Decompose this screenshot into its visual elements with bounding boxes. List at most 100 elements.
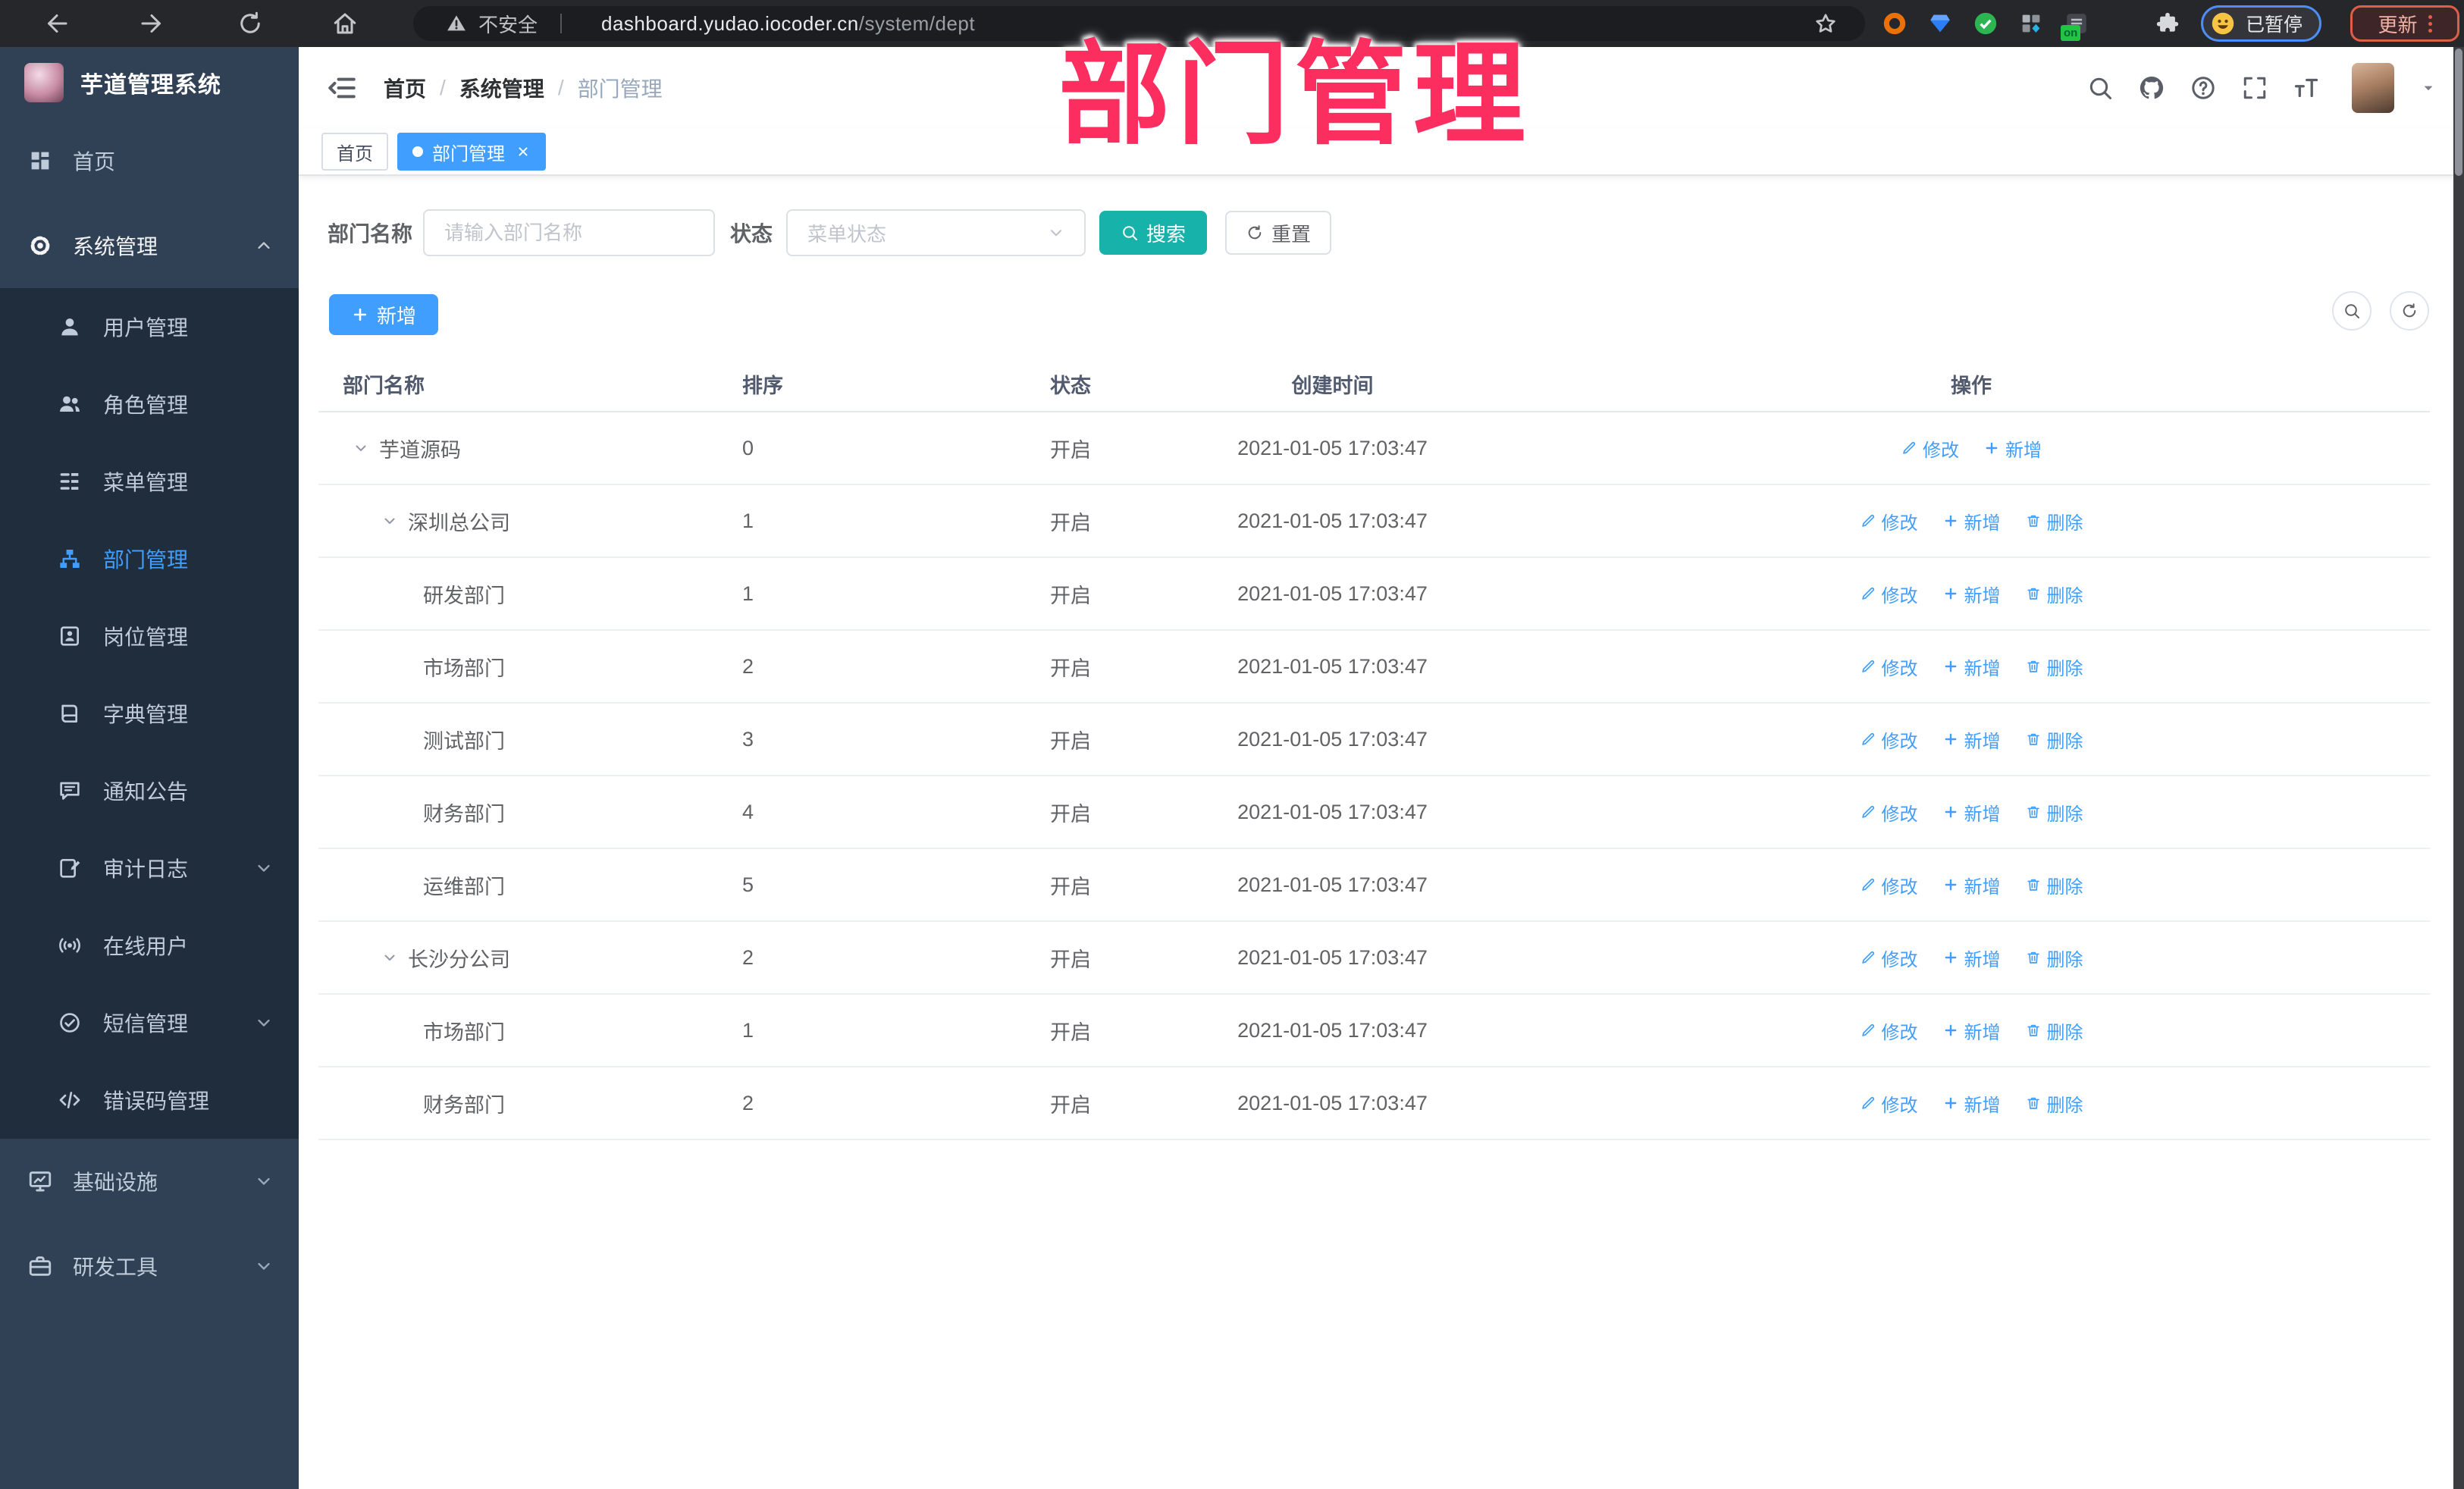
sidebar-item-dev-tools[interactable]: 研发工具 [0, 1224, 299, 1309]
tag-item[interactable]: 首页 [321, 133, 388, 171]
refresh-table-button[interactable] [2390, 291, 2429, 331]
add-link[interactable]: 新增 [1983, 435, 2042, 462]
user-avatar[interactable] [2352, 63, 2394, 113]
column-header: 排序 [742, 374, 783, 397]
reset-button[interactable]: 重置 [1225, 211, 1332, 255]
delete-link[interactable]: 删除 [2025, 799, 2083, 826]
sidebar-item-menu[interactable]: 菜单管理 [0, 443, 299, 520]
delete-link[interactable]: 删除 [2025, 581, 2083, 607]
sidebar-item-audit-log[interactable]: 审计日志 [0, 829, 299, 907]
sidebar-item-post[interactable]: 岗位管理 [0, 597, 299, 675]
system-icon [27, 233, 53, 259]
add-link[interactable]: 新增 [1942, 581, 2001, 607]
dept-status: 开启 [1050, 729, 1091, 753]
extension-icon-green-check[interactable] [1973, 11, 1998, 36]
app-logo[interactable]: 芋道管理系统 [0, 47, 299, 118]
sidebar-item-dict[interactable]: 字典管理 [0, 675, 299, 752]
delete-link[interactable]: 删除 [2025, 654, 2083, 680]
security-warning-icon [445, 12, 468, 35]
sidebar-item-home[interactable]: 首页 [0, 118, 299, 203]
delete-link[interactable]: 删除 [2025, 1090, 2083, 1117]
extension-icon-switch[interactable]: on [2061, 11, 2089, 41]
row-actions: 修改 新增 删除 [1513, 581, 2430, 607]
plus-icon [1942, 1022, 1959, 1039]
add-link[interactable]: 新增 [1942, 799, 2001, 826]
help-icon[interactable] [2190, 74, 2217, 102]
expand-row-icon[interactable] [381, 948, 399, 967]
add-link[interactable]: 新增 [1942, 654, 2001, 680]
expand-row-icon[interactable] [381, 512, 399, 530]
sidebar-item-role[interactable]: 角色管理 [0, 365, 299, 443]
tag-active[interactable]: 部门管理 [397, 133, 546, 171]
browser-home-icon[interactable] [331, 10, 359, 37]
sms-icon [58, 1011, 82, 1035]
expand-row-icon[interactable] [352, 439, 370, 457]
scrollbar-thumb[interactable] [2455, 49, 2462, 176]
delete-link[interactable]: 删除 [2025, 945, 2083, 971]
status-label: 状态 [730, 222, 773, 246]
github-icon[interactable] [2138, 74, 2165, 102]
edit-link[interactable]: 修改 [1860, 872, 1918, 898]
breadcrumb-item[interactable]: 系统管理 [459, 73, 544, 103]
sidebar-item-online-user[interactable]: 在线用户 [0, 907, 299, 984]
add-link[interactable]: 新增 [1942, 726, 2001, 753]
browser-forward-icon[interactable] [138, 10, 165, 37]
font-size-icon[interactable] [2293, 74, 2320, 102]
sidebar: 芋道管理系统 首页 系统管理 用户管理 角色管理 菜单管理 部门管理 岗位管理 字典管理 通知公… [0, 47, 299, 1489]
chevron-down-icon [1046, 223, 1066, 243]
extension-icon-grid[interactable] [2018, 11, 2044, 36]
add-link[interactable]: 新增 [1942, 1090, 2001, 1117]
edit-link[interactable]: 修改 [1860, 1090, 1918, 1117]
browser-menu-icon[interactable] [2428, 14, 2432, 33]
edit-link[interactable]: 修改 [1860, 1017, 1918, 1044]
browser-reload-icon[interactable] [237, 10, 264, 37]
edit-link[interactable]: 修改 [1860, 945, 1918, 971]
extension-icon-orange-ring[interactable] [1882, 11, 1908, 36]
tag-close-icon[interactable] [516, 144, 531, 159]
sidebar-collapse-icon[interactable] [326, 72, 358, 104]
breadcrumb-item[interactable]: 首页 [384, 73, 426, 103]
sidebar-item-notice[interactable]: 通知公告 [0, 752, 299, 829]
add-link[interactable]: 新增 [1942, 508, 2001, 534]
add-link[interactable]: 新增 [1942, 872, 2001, 898]
browser-profile-chip[interactable]: 已暂停 [2201, 5, 2322, 42]
toggle-search-button[interactable] [2332, 291, 2372, 331]
row-actions: 修改 新增 删除 [1513, 508, 2430, 534]
add-dept-button[interactable]: 新增 [329, 294, 438, 335]
delete-link[interactable]: 删除 [2025, 1017, 2083, 1044]
header-search-icon[interactable] [2086, 74, 2114, 102]
sidebar-item-system[interactable]: 系统管理 [0, 203, 299, 288]
edit-link[interactable]: 修改 [1860, 799, 1918, 826]
extension-icon-puzzle[interactable] [2155, 11, 2180, 36]
edit-link[interactable]: 修改 [1860, 726, 1918, 753]
fullscreen-icon[interactable] [2241, 74, 2268, 102]
edit-link[interactable]: 修改 [1901, 435, 1959, 462]
add-link[interactable]: 新增 [1942, 945, 2001, 971]
delete-link[interactable]: 删除 [2025, 872, 2083, 898]
sidebar-item-infra[interactable]: 基础设施 [0, 1139, 299, 1224]
edit-link[interactable]: 修改 [1860, 654, 1918, 680]
extension-icon-key[interactable] [2109, 11, 2135, 36]
sidebar-item-sms[interactable]: 短信管理 [0, 984, 299, 1061]
page-scrollbar[interactable] [2453, 47, 2464, 1489]
dept-name-input[interactable] [423, 209, 716, 256]
add-link[interactable]: 新增 [1942, 1017, 2001, 1044]
dept-status: 开启 [1050, 1093, 1091, 1117]
delete-link[interactable]: 删除 [2025, 726, 2083, 753]
extension-icon-blue-gem[interactable] [1927, 11, 1953, 36]
edit-link[interactable]: 修改 [1860, 508, 1918, 534]
status-select[interactable]: 菜单状态 [786, 209, 1086, 256]
browser-back-icon[interactable] [43, 10, 71, 37]
sidebar-item-error-code[interactable]: 错误码管理 [0, 1061, 299, 1139]
column-header: 创建时间 [1291, 374, 1374, 397]
delete-link[interactable]: 删除 [2025, 508, 2083, 534]
browser-update-button[interactable]: 更新 [2350, 5, 2459, 42]
edit-icon [1860, 513, 1876, 529]
sidebar-item-user[interactable]: 用户管理 [0, 288, 299, 365]
edit-link[interactable]: 修改 [1860, 581, 1918, 607]
user-caret-down-icon[interactable] [2419, 78, 2438, 98]
bookmark-star-icon[interactable] [1814, 11, 1838, 36]
plus-icon [1942, 658, 1959, 675]
search-button[interactable]: 搜索 [1099, 211, 1208, 255]
sidebar-item-dept[interactable]: 部门管理 [0, 520, 299, 597]
